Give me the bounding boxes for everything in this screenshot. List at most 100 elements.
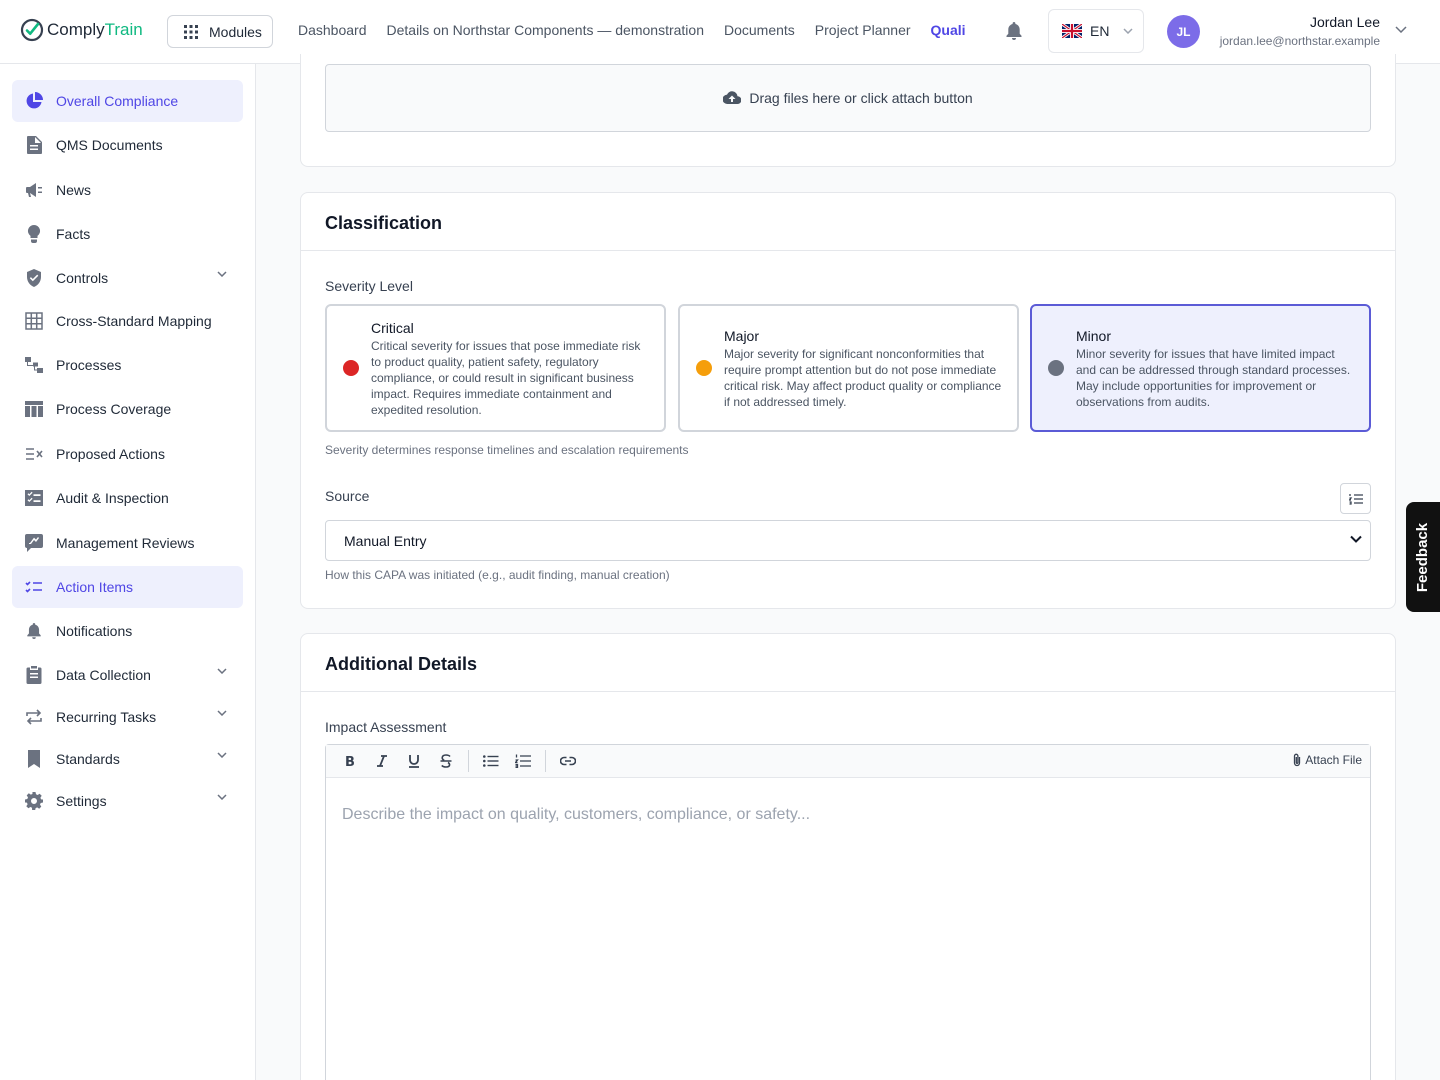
- nav-project-planner[interactable]: Project Planner: [815, 22, 911, 38]
- severity-title: Minor: [1076, 328, 1112, 344]
- user-email: jordan.lee@northstar.example: [1219, 34, 1380, 48]
- bell-icon: [24, 621, 44, 641]
- sidebar-item-label: Management Reviews: [56, 535, 195, 551]
- logo-text-comply: Comply: [47, 20, 105, 39]
- nav-project-details[interactable]: Details on Northstar Components — demons…: [387, 22, 704, 38]
- checklist-icon: [24, 488, 44, 508]
- sidebar-item-label: Cross-Standard Mapping: [56, 313, 212, 329]
- chevron-down-icon: [217, 668, 227, 674]
- dropzone-text: Drag files here or click attach button: [749, 90, 973, 106]
- additional-details-card: Additional Details Impact Assessment B A…: [300, 633, 1396, 1080]
- sidebar-item-label: Notifications: [56, 623, 133, 639]
- severity-description: Minor severity for issues that have limi…: [1076, 347, 1351, 409]
- sidebar-item-notifications[interactable]: Notifications: [12, 610, 243, 652]
- sidebar-item-settings[interactable]: Settings: [12, 780, 243, 822]
- source-list-button[interactable]: [1340, 483, 1371, 514]
- italic-button[interactable]: [366, 749, 398, 773]
- severity-label: Severity Level: [325, 278, 413, 294]
- sidebar-item-facts[interactable]: Facts: [12, 213, 243, 255]
- sidebar-item-process-coverage[interactable]: Process Coverage: [12, 388, 243, 430]
- sidebar-item-action-items[interactable]: Action Items: [12, 566, 243, 608]
- sidebar-item-label: Action Items: [56, 579, 134, 595]
- sidebar-item-label: Settings: [56, 793, 107, 809]
- numbered-list-button[interactable]: [507, 749, 539, 773]
- main-content: Drag files here or click attach button C…: [256, 54, 1440, 1080]
- check-circle-logo-icon: [20, 18, 44, 42]
- sidebar-item-proposed-actions[interactable]: Proposed Actions: [12, 433, 243, 475]
- link-button[interactable]: [552, 749, 584, 773]
- sidebar-item-label: QMS Documents: [56, 137, 163, 153]
- sidebar-item-news[interactable]: News: [12, 169, 243, 211]
- modules-button[interactable]: Modules: [167, 15, 273, 48]
- sidebar-item-cross-standard-mapping[interactable]: Cross-Standard Mapping: [12, 300, 243, 342]
- source-helper-text: How this CAPA was initiated (e.g., audit…: [325, 568, 670, 582]
- strikethrough-button[interactable]: [430, 749, 462, 773]
- chevron-down-icon: [217, 794, 227, 800]
- source-select[interactable]: Manual Entry: [325, 520, 1371, 561]
- toolbar-separator: [468, 750, 469, 772]
- numbered-list-icon: [515, 754, 531, 768]
- sidebar-item-label: Facts: [56, 226, 91, 242]
- file-dropzone[interactable]: Drag files here or click attach button: [325, 64, 1371, 132]
- svg-text:B: B: [345, 755, 355, 767]
- notification-bell-icon[interactable]: [1005, 21, 1023, 41]
- minor-dot-icon: [1048, 360, 1064, 376]
- impact-assessment-editor[interactable]: B Attach File Describe the impact on qua…: [325, 744, 1371, 1080]
- impact-assessment-label: Impact Assessment: [325, 719, 447, 735]
- user-info[interactable]: Jordan Lee jordan.lee@northstar.example: [1220, 14, 1380, 48]
- additional-details-title: Additional Details: [301, 634, 1395, 692]
- sidebar: Overall Compliance QMS Documents News Fa…: [0, 64, 256, 1080]
- attachments-card: Drag files here or click attach button: [300, 54, 1396, 167]
- top-nav: Dashboard Details on Northstar Component…: [298, 22, 966, 38]
- classification-card: Classification Severity Level Critical C…: [300, 192, 1396, 609]
- sidebar-item-data-collection[interactable]: Data Collection: [12, 654, 243, 696]
- grid-dots-icon: [184, 24, 198, 39]
- paperclip-icon: [1294, 753, 1301, 767]
- sidebar-item-recurring-tasks[interactable]: Recurring Tasks: [12, 696, 243, 738]
- bullet-list-button[interactable]: [475, 749, 507, 773]
- attach-file-button[interactable]: Attach File: [1292, 753, 1362, 767]
- severity-option-critical[interactable]: Critical Critical severity for issues th…: [325, 304, 666, 432]
- sidebar-item-label: News: [56, 182, 92, 198]
- editor-toolbar: B Attach File: [326, 745, 1370, 778]
- severity-title: Major: [724, 328, 760, 344]
- bold-button[interactable]: B: [334, 749, 366, 773]
- language-selector[interactable]: EN: [1048, 9, 1144, 53]
- user-avatar[interactable]: JL: [1167, 15, 1200, 48]
- impact-editor-placeholder[interactable]: Describe the impact on quality, customer…: [326, 778, 1370, 852]
- uk-flag-icon: [1062, 24, 1082, 38]
- repeat-icon: [24, 707, 44, 727]
- source-selected-value: Manual Entry: [344, 532, 427, 549]
- chevron-down-icon: [217, 752, 227, 758]
- feedback-tab[interactable]: Feedback: [1406, 502, 1440, 612]
- critical-dot-icon: [343, 360, 359, 376]
- severity-option-minor[interactable]: Minor Minor severity for issues that hav…: [1030, 304, 1371, 432]
- sidebar-item-standards[interactable]: Standards: [12, 738, 243, 780]
- document-icon: [24, 135, 44, 155]
- underline-button[interactable]: [398, 749, 430, 773]
- sidebar-item-controls[interactable]: Controls: [12, 257, 243, 299]
- sidebar-item-processes[interactable]: Processes: [12, 344, 243, 386]
- chevron-down-icon: [1123, 28, 1133, 34]
- clipboard-icon: [24, 665, 44, 685]
- bookmark-icon: [24, 749, 44, 769]
- source-label: Source: [325, 488, 370, 504]
- sidebar-item-management-reviews[interactable]: Management Reviews: [12, 522, 243, 564]
- severity-option-major[interactable]: Major Major severity for significant non…: [678, 304, 1019, 432]
- bullet-list-icon: [483, 755, 499, 767]
- sidebar-item-label: Processes: [56, 357, 122, 373]
- sidebar-item-label: Proposed Actions: [56, 446, 165, 462]
- nav-documents[interactable]: Documents: [724, 22, 795, 38]
- nav-quali[interactable]: Quali: [931, 22, 966, 38]
- italic-icon: [377, 755, 387, 767]
- feedback-label: Feedback: [1414, 522, 1432, 592]
- chart-review-icon: [24, 533, 44, 553]
- link-icon: [560, 756, 576, 766]
- nav-dashboard[interactable]: Dashboard: [298, 22, 367, 38]
- sidebar-item-qms-documents[interactable]: QMS Documents: [12, 124, 243, 166]
- user-menu-chevron-icon[interactable]: [1395, 26, 1407, 33]
- app-logo[interactable]: Comply Train: [20, 18, 143, 42]
- sidebar-item-audit-inspection[interactable]: Audit & Inspection: [12, 477, 243, 519]
- list-check-icon: [24, 577, 44, 597]
- sidebar-item-overall-compliance[interactable]: Overall Compliance: [12, 80, 243, 122]
